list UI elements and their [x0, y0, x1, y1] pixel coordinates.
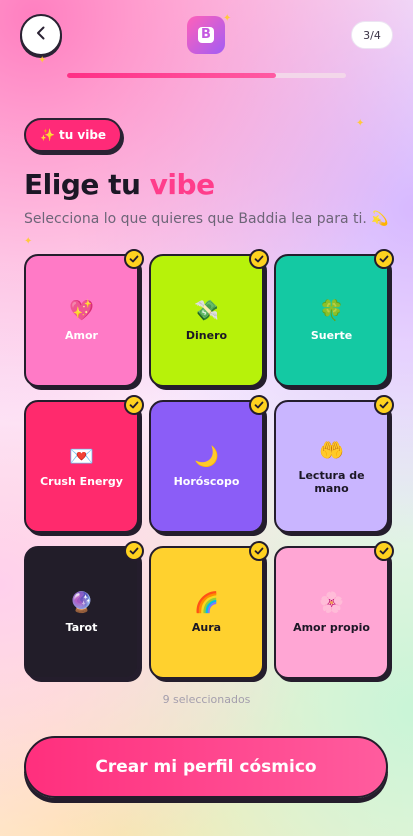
check-icon: [249, 395, 269, 415]
vibe-card-label: Amor propio: [293, 621, 370, 634]
love-letter-icon: 💌: [69, 444, 94, 468]
crystal-ball-icon: 🔮: [69, 590, 94, 614]
check-icon: [249, 249, 269, 269]
step-indicator: 3/4: [351, 21, 393, 49]
check-icon: [249, 541, 269, 561]
check-icon: [124, 249, 144, 269]
moon-icon: 🌙: [194, 444, 219, 468]
check-icon: [124, 541, 144, 561]
progress-fill: [67, 73, 277, 78]
rainbow-icon: 🌈: [194, 590, 219, 614]
vibe-card[interactable]: 🌈 Aura: [149, 541, 269, 679]
sparkle-icon: ✦: [38, 55, 47, 66]
vibe-chip: ✨ tu vibe: [24, 118, 123, 152]
vibe-card-label: Horóscopo: [173, 475, 240, 488]
check-icon: [374, 395, 394, 415]
clover-icon: 🍀: [319, 298, 344, 322]
vibe-options-grid: 💖 Amor 💸 Dinero 🍀 Suerte 💌 Crush Energy 🌙 Hor…: [24, 249, 394, 680]
logo-letter: B: [198, 27, 214, 43]
vibe-card-label: Crush Energy: [40, 475, 123, 488]
vibe-card-label: Lectura de mano: [298, 468, 365, 495]
chip-label: tu vibe: [58, 128, 107, 142]
sparkles-icon: ✨: [40, 128, 55, 142]
vibe-card[interactable]: 🌸 Amor propio: [274, 541, 394, 679]
sparkle-icon: ✦: [356, 118, 365, 129]
selection-count: 9 seleccionados: [162, 693, 251, 706]
blossom-icon: 🌸: [319, 590, 344, 614]
app-logo: B: [187, 16, 225, 54]
create-profile-button[interactable]: Crear mi perfil cósmico: [24, 736, 388, 798]
page-title: Elige tu vibe: [24, 168, 215, 201]
vibe-card[interactable]: 🤲 Lectura de mano: [274, 395, 394, 533]
page-subtitle: Selecciona lo que quieres que Baddia lea…: [24, 211, 389, 227]
vibe-card[interactable]: 💸 Dinero: [149, 249, 269, 387]
top-bar: B 3/4: [20, 14, 393, 56]
vibe-card-label: Dinero: [185, 329, 228, 342]
vibe-card[interactable]: 🔮 Tarot: [24, 541, 144, 679]
title-text: Elige tu: [24, 168, 150, 201]
back-button[interactable]: [20, 14, 62, 56]
check-icon: [124, 395, 144, 415]
heart-icon: 💖: [69, 298, 94, 322]
vibe-card[interactable]: 💖 Amor: [24, 249, 144, 387]
vibe-card[interactable]: 💌 Crush Energy: [24, 395, 144, 533]
check-icon: [374, 249, 394, 269]
sparkle-icon: ✦: [223, 13, 232, 24]
money-icon: 💸: [194, 298, 219, 322]
vibe-card-label: Tarot: [65, 621, 98, 634]
vibe-card-label: Suerte: [310, 329, 353, 342]
vibe-card[interactable]: 🍀 Suerte: [274, 249, 394, 387]
title-accent: vibe: [149, 168, 215, 201]
check-icon: [374, 541, 394, 561]
sparkle-icon: ✦: [24, 236, 33, 247]
vibe-card-label: Amor: [65, 329, 98, 342]
chevron-left-icon: [33, 25, 49, 45]
palms-icon: 🤲: [319, 437, 344, 462]
progress-bar: [67, 73, 346, 78]
vibe-card[interactable]: 🌙 Horóscopo: [149, 395, 269, 533]
vibe-card-label: Aura: [191, 621, 222, 634]
